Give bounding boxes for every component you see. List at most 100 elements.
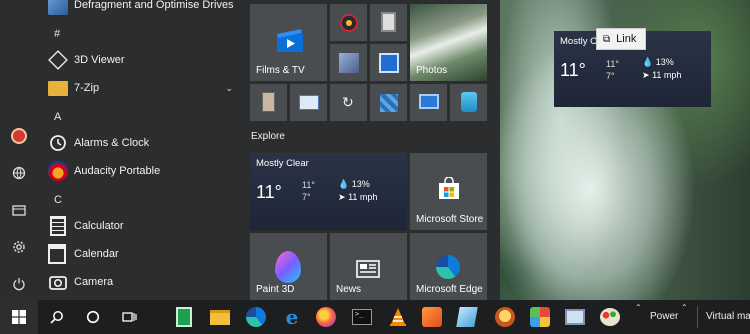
gear-icon — [13, 241, 25, 253]
app-3d-viewer[interactable]: 3D Viewer — [38, 47, 245, 73]
tile-label: Photos — [416, 65, 448, 76]
tile-paint3d[interactable]: Paint 3D — [250, 233, 327, 300]
start-button[interactable] — [0, 300, 38, 334]
app-label: 3D Viewer — [74, 54, 125, 66]
app-label: 7-Zip — [74, 82, 100, 94]
wind-icon: ➤ — [338, 192, 346, 202]
file-explorer-button[interactable] — [8, 199, 30, 221]
power-button[interactable] — [8, 273, 30, 295]
app-window-icon — [379, 53, 399, 73]
task-view-button[interactable] — [112, 300, 146, 334]
globe-document-icon — [12, 166, 26, 180]
taskbar-vlc[interactable] — [387, 306, 409, 328]
taskbar-firefox[interactable] — [315, 306, 337, 328]
link-tooltip[interactable]: ⧉ Link — [596, 28, 646, 50]
start-left-rail — [0, 0, 38, 300]
tile-calculator[interactable] — [370, 4, 407, 41]
defrag-icon — [48, 0, 68, 15]
desktop-weather-high: 11° — [606, 59, 619, 69]
tile-small-5[interactable] — [410, 84, 447, 121]
tile-installer[interactable] — [330, 44, 367, 81]
tile-app-blue[interactable] — [370, 44, 407, 81]
taskbar-app-monitor[interactable] — [564, 306, 586, 328]
cortana-circle-icon — [86, 310, 100, 324]
cortana-button[interactable] — [76, 300, 110, 334]
tile-small-3[interactable]: ↻ — [330, 84, 367, 121]
app-camera[interactable]: Camera — [38, 269, 245, 295]
tile-small-4[interactable] — [370, 84, 407, 121]
app-calendar[interactable]: Calendar — [38, 241, 245, 267]
media-player-icon — [422, 307, 442, 327]
taskbar-app-paint2[interactable] — [599, 306, 621, 328]
film-play-icon — [277, 29, 303, 52]
group-letter-a[interactable]: A — [54, 111, 61, 123]
tile-photos[interactable]: Photos — [410, 4, 487, 81]
tile-label: Microsoft Edge — [416, 284, 483, 295]
link-tooltip-label: Link — [616, 33, 637, 45]
tile-small-1[interactable] — [250, 84, 287, 121]
tile-small-6[interactable] — [450, 84, 487, 121]
monitor-app-icon — [565, 309, 585, 325]
weather-low: 7° — [302, 192, 311, 202]
remote-desktop-icon — [419, 94, 439, 109]
firefox-icon — [316, 307, 336, 327]
ie-icon: e — [285, 305, 299, 329]
taskbar-sheets-app[interactable] — [173, 306, 195, 328]
app-label: Calculator — [74, 220, 124, 232]
taskbar-media-player[interactable] — [421, 306, 443, 328]
tile-label: Paint 3D — [256, 284, 295, 295]
documents-button[interactable] — [8, 162, 30, 184]
taskbar-overflow-chevron[interactable]: ⌃ — [635, 303, 642, 312]
app-calculator[interactable]: Calculator — [38, 213, 245, 239]
refresh-icon: ↻ — [342, 94, 354, 110]
camera-icon — [49, 276, 67, 290]
taskbar-terminal[interactable]: >_ — [351, 306, 373, 328]
app-label: Camera — [74, 276, 114, 288]
tile-microsoft-edge[interactable]: Microsoft Edge — [410, 233, 487, 300]
tile-label: Microsoft Store — [416, 214, 484, 225]
tile-groove[interactable] — [330, 4, 367, 41]
app-audacity[interactable]: Audacity Portable — [38, 158, 245, 184]
tile-small-2[interactable] — [290, 84, 327, 121]
audacity-icon — [48, 161, 68, 181]
tile-microsoft-store[interactable]: Microsoft Store — [410, 153, 487, 230]
app-alarms-clock[interactable]: Alarms & Clock — [38, 130, 245, 156]
weather-high: 11° — [302, 180, 315, 190]
calendar-icon — [48, 244, 66, 264]
group-letter-c[interactable]: C — [54, 194, 62, 206]
app-7zip-folder[interactable]: 7-Zip ⌄ — [38, 75, 245, 101]
taskbar-app-crystal[interactable] — [456, 306, 478, 328]
tile-weather[interactable]: Mostly Clear 11° 11° 7° 💧 13% ➤ 11 mph — [250, 153, 407, 230]
app-label: Audacity Portable — [74, 165, 161, 177]
taskbar-app-paint[interactable] — [529, 306, 551, 328]
folder-icon — [210, 310, 230, 325]
newspaper-icon — [356, 260, 380, 278]
windows-logo-icon — [12, 310, 26, 324]
search-button[interactable] — [40, 300, 74, 334]
folder-icon — [12, 204, 26, 216]
taskbar-file-explorer[interactable] — [209, 306, 231, 328]
disc-icon — [340, 14, 358, 32]
tile-films-tv[interactable]: Films & TV — [250, 4, 327, 81]
link-icon: ⧉ — [603, 33, 611, 45]
group-letter-hash[interactable]: # — [54, 28, 60, 40]
taskbar-separator — [697, 306, 698, 328]
calculator-icon — [381, 12, 396, 32]
settings-button[interactable] — [8, 236, 30, 258]
app-defragment[interactable]: Defragment and Optimise Drives — [38, 0, 245, 18]
palette-app-icon — [600, 308, 620, 326]
taskbar-app-game[interactable] — [494, 306, 516, 328]
group-header-explore[interactable]: Explore — [251, 131, 285, 142]
taskbar-edge[interactable] — [245, 306, 267, 328]
taskbar-internet-explorer[interactable]: e — [281, 306, 303, 328]
store-bag-icon — [439, 177, 459, 199]
user-avatar-button[interactable] — [8, 125, 30, 147]
taskbar-virtual-label[interactable]: Virtual ma — [706, 311, 750, 322]
taskbar-power-label[interactable]: Power — [650, 311, 678, 322]
paint3d-icon — [275, 251, 301, 283]
avatar — [11, 128, 27, 144]
tile-news[interactable]: News — [330, 233, 407, 300]
taskbar-toolbar-chevron[interactable]: ⌃ — [681, 303, 688, 312]
app-label: Alarms & Clock — [74, 137, 150, 149]
task-view-icon — [122, 312, 137, 322]
